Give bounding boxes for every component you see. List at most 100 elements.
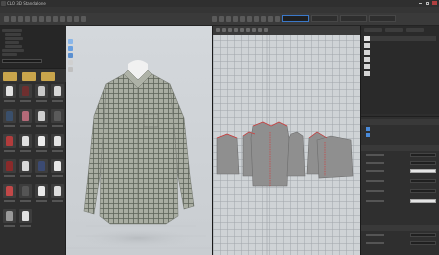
viewport-3d[interactable] bbox=[66, 26, 213, 255]
menu-item-3[interactable] bbox=[28, 8, 39, 12]
check-icon[interactable] bbox=[268, 16, 273, 22]
library-thumbnail[interactable] bbox=[51, 184, 64, 198]
library-thumbnail[interactable] bbox=[3, 134, 16, 148]
property-checkbox[interactable] bbox=[366, 127, 370, 131]
menu-item-1[interactable] bbox=[2, 8, 13, 12]
tree-item[interactable] bbox=[5, 41, 19, 44]
library-thumbnail[interactable] bbox=[35, 109, 48, 123]
tree-item[interactable] bbox=[2, 53, 17, 56]
segment-icon[interactable] bbox=[212, 16, 217, 22]
tab-3[interactable] bbox=[340, 15, 367, 22]
pin-icon[interactable] bbox=[32, 16, 37, 22]
tack-icon[interactable] bbox=[39, 16, 44, 22]
tape-icon[interactable] bbox=[60, 16, 65, 22]
property-section-header[interactable] bbox=[361, 145, 439, 151]
property-value-field[interactable] bbox=[410, 241, 436, 245]
library-path-field[interactable] bbox=[2, 59, 42, 63]
fabric-list-item[interactable] bbox=[364, 71, 436, 76]
property-value-field[interactable] bbox=[410, 179, 436, 183]
menu-item-7[interactable] bbox=[80, 8, 91, 12]
tab-4[interactable] bbox=[369, 15, 396, 22]
menu-item-5[interactable] bbox=[54, 8, 65, 12]
tree-item[interactable] bbox=[5, 33, 21, 36]
seam-icon[interactable] bbox=[254, 16, 259, 22]
camera-icon[interactable] bbox=[74, 16, 79, 22]
folder-icon[interactable] bbox=[3, 72, 17, 81]
library-thumbnail[interactable] bbox=[51, 84, 64, 98]
property-value-field[interactable] bbox=[410, 233, 436, 237]
library-thumbnail[interactable] bbox=[51, 109, 64, 123]
pattern-piece-yoke[interactable] bbox=[316, 135, 354, 179]
library-thumbnail[interactable] bbox=[19, 184, 32, 198]
grade-icon[interactable] bbox=[275, 16, 280, 22]
line-icon[interactable] bbox=[226, 16, 231, 22]
texture-icon[interactable] bbox=[67, 16, 72, 22]
fabric-list-item[interactable] bbox=[364, 50, 436, 55]
dart-icon[interactable] bbox=[240, 16, 245, 22]
move-icon[interactable] bbox=[11, 16, 16, 22]
library-thumbnail[interactable] bbox=[3, 109, 16, 123]
measure-icon[interactable] bbox=[53, 16, 58, 22]
property-value-field[interactable] bbox=[410, 189, 436, 193]
close-button[interactable] bbox=[432, 1, 437, 5]
tab-2[interactable] bbox=[311, 15, 338, 22]
fabric-list-item[interactable] bbox=[364, 43, 436, 48]
fold-icon[interactable] bbox=[25, 16, 30, 22]
camera-view-icon[interactable] bbox=[68, 53, 73, 58]
fabric-list-item[interactable] bbox=[364, 36, 436, 41]
render-icon[interactable] bbox=[81, 16, 86, 22]
property-value-field[interactable] bbox=[410, 161, 436, 165]
library-thumbnail[interactable] bbox=[3, 84, 16, 98]
library-thumbnail[interactable] bbox=[35, 159, 48, 173]
minimize-button[interactable] bbox=[418, 1, 423, 5]
library-thumbnail[interactable] bbox=[51, 159, 64, 173]
texture-toggle-icon[interactable] bbox=[68, 46, 73, 51]
library-thumbnail[interactable] bbox=[3, 209, 16, 223]
library-thumbnail[interactable] bbox=[3, 184, 16, 198]
light-icon[interactable] bbox=[68, 67, 73, 72]
menu-item-8[interactable] bbox=[93, 8, 104, 12]
folder-icon[interactable] bbox=[41, 72, 55, 81]
tree-item[interactable] bbox=[2, 29, 22, 32]
tree-item[interactable] bbox=[5, 37, 23, 40]
library-thumbnail[interactable] bbox=[19, 84, 32, 98]
pattern-piece-front-left[interactable] bbox=[286, 131, 306, 177]
library-thumbnail[interactable] bbox=[35, 84, 48, 98]
menu-item-13[interactable] bbox=[158, 8, 169, 12]
library-thumbnail[interactable] bbox=[19, 134, 32, 148]
library-thumbnail[interactable] bbox=[19, 109, 32, 123]
fabric-list-item[interactable] bbox=[364, 57, 436, 62]
menu-item-6[interactable] bbox=[67, 8, 78, 12]
avatar-icon[interactable] bbox=[68, 39, 73, 44]
fabric-list-item[interactable] bbox=[364, 64, 436, 69]
folder-icon[interactable] bbox=[22, 72, 36, 81]
tab-1[interactable] bbox=[282, 15, 309, 22]
menu-item-12[interactable] bbox=[145, 8, 156, 12]
object-browser-tab-2[interactable] bbox=[385, 28, 403, 32]
object-browser-tab-3[interactable] bbox=[406, 28, 424, 32]
rect-icon[interactable] bbox=[233, 16, 238, 22]
menu-item-10[interactable] bbox=[119, 8, 130, 12]
menu-item-9[interactable] bbox=[106, 8, 117, 12]
pattern-piece-sleeve-right[interactable] bbox=[216, 133, 240, 175]
property-section-header[interactable] bbox=[361, 225, 439, 231]
menu-item-2[interactable] bbox=[15, 8, 26, 12]
library-thumbnail[interactable] bbox=[3, 159, 16, 173]
point-icon[interactable] bbox=[219, 16, 224, 22]
library-thumbnail[interactable] bbox=[51, 134, 64, 148]
grid-icon[interactable] bbox=[68, 60, 73, 65]
menu-item-11[interactable] bbox=[132, 8, 143, 12]
property-checkbox[interactable] bbox=[366, 133, 370, 137]
menu-item-4[interactable] bbox=[41, 8, 52, 12]
library-thumbnail[interactable] bbox=[35, 134, 48, 148]
property-value-field[interactable] bbox=[410, 169, 436, 173]
maximize-button[interactable] bbox=[425, 1, 430, 5]
library-thumbnail[interactable] bbox=[19, 209, 32, 223]
tree-item[interactable] bbox=[2, 49, 24, 52]
viewport-2d[interactable] bbox=[213, 26, 361, 255]
library-thumbnail[interactable] bbox=[35, 184, 48, 198]
object-browser-tab-1[interactable] bbox=[364, 28, 382, 32]
cursor-icon[interactable] bbox=[4, 16, 9, 22]
property-section-header[interactable] bbox=[361, 119, 439, 125]
library-thumbnail[interactable] bbox=[19, 159, 32, 173]
